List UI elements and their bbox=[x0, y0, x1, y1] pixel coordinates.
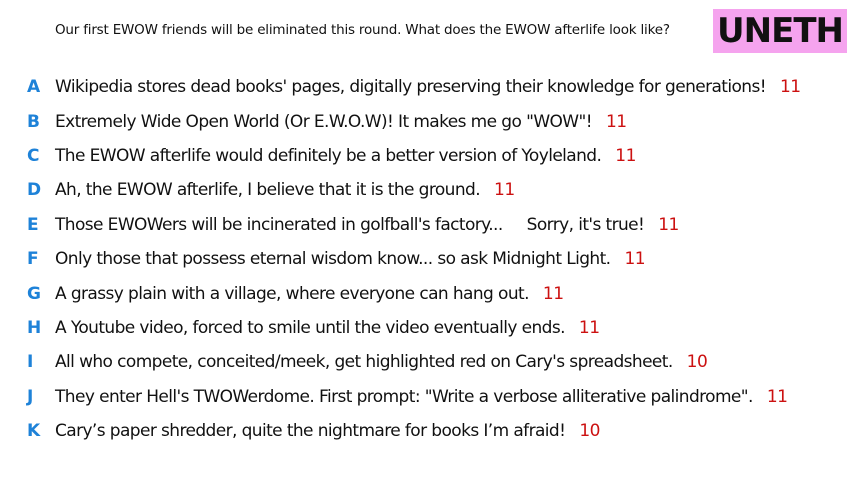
response-row: C The EWOW afterlife would definitely be … bbox=[0, 139, 853, 173]
response-letter: J bbox=[27, 386, 33, 407]
response-list: A Wikipedia stores dead books' pages, dig… bbox=[0, 70, 853, 448]
response-word-count: 10 bbox=[686, 352, 708, 373]
response-word-count: 11 bbox=[605, 111, 627, 132]
response-content: Only those that possess eternal wisdom k… bbox=[55, 249, 646, 270]
response-word-count: 11 bbox=[766, 386, 788, 407]
response-row: D Ah, the EWOW afterlife, I believe that … bbox=[0, 173, 853, 207]
response-text: All who compete, conceited/meek, get hig… bbox=[55, 352, 673, 373]
response-content: Those EWOWers will be incinerated in gol… bbox=[55, 215, 679, 235]
response-content: Wikipedia stores dead books' pages, digi… bbox=[55, 77, 801, 97]
response-letter: E bbox=[27, 214, 39, 235]
response-content: All who compete, conceited/meek, get hig… bbox=[55, 352, 708, 373]
response-word-count: 10 bbox=[579, 421, 600, 442]
response-row: F Only those that possess eternal wisdom … bbox=[0, 242, 853, 276]
response-content: A grassy plain with a village, where eve… bbox=[55, 284, 564, 304]
response-row: G A grassy plain with a village, where ev… bbox=[0, 276, 853, 310]
response-row: E Those EWOWers will be incinerated in go… bbox=[0, 208, 853, 242]
response-text: They enter Hell's TWOWerdome. First prom… bbox=[55, 386, 753, 407]
response-content: Cary’s paper shredder, quite the nightma… bbox=[55, 421, 600, 441]
response-row: B Extremely Wide Open World (Or E.W.O.W)!… bbox=[0, 104, 853, 138]
response-letter: D bbox=[27, 180, 41, 201]
response-word-count: 11 bbox=[624, 249, 646, 270]
contestant-name-badge: UNETH bbox=[713, 9, 847, 53]
response-letter: G bbox=[27, 283, 41, 304]
prompt-text: Our first EWOW friends will be eliminate… bbox=[55, 22, 670, 38]
response-row: J They enter Hell's TWOWerdome. First pro… bbox=[0, 380, 853, 414]
response-text: Ah, the EWOW afterlife, I believe that i… bbox=[55, 180, 481, 201]
response-text: Those EWOWers will be incinerated in gol… bbox=[55, 214, 645, 235]
response-word-count: 11 bbox=[578, 317, 600, 338]
response-letter: K bbox=[27, 421, 40, 442]
response-word-count: 11 bbox=[779, 77, 801, 98]
response-content: A Youtube video, forced to smile until t… bbox=[55, 318, 600, 338]
response-text: The EWOW afterlife would definitely be a… bbox=[55, 145, 602, 166]
response-content: Extremely Wide Open World (Or E.W.O.W)! … bbox=[55, 112, 627, 132]
response-content: They enter Hell's TWOWerdome. First prom… bbox=[55, 386, 788, 407]
response-row: A Wikipedia stores dead books' pages, dig… bbox=[0, 70, 853, 104]
response-text: A grassy plain with a village, where eve… bbox=[55, 283, 529, 304]
response-content: The EWOW afterlife would definitely be a… bbox=[55, 146, 636, 166]
response-letter: F bbox=[27, 249, 39, 270]
response-text: Cary’s paper shredder, quite the nightma… bbox=[55, 421, 566, 442]
response-letter: I bbox=[27, 352, 33, 373]
response-content: Ah, the EWOW afterlife, I believe that i… bbox=[55, 180, 515, 200]
response-letter: B bbox=[27, 111, 40, 132]
response-text: Only those that possess eternal wisdom k… bbox=[55, 249, 611, 270]
response-text: Wikipedia stores dead books' pages, digi… bbox=[55, 77, 767, 98]
badge-label: UNETH bbox=[717, 11, 844, 51]
response-text: A Youtube video, forced to smile until t… bbox=[55, 317, 565, 338]
response-word-count: 11 bbox=[542, 283, 564, 304]
response-word-count: 11 bbox=[494, 180, 515, 201]
response-letter: C bbox=[27, 145, 39, 166]
response-row: K Cary’s paper shredder, quite the nightm… bbox=[0, 414, 853, 448]
response-row: I All who compete, conceited/meek, get hi… bbox=[0, 345, 853, 379]
response-row: H A Youtube video, forced to smile until … bbox=[0, 311, 853, 345]
response-word-count: 11 bbox=[658, 214, 679, 235]
response-word-count: 11 bbox=[615, 145, 636, 166]
response-letter: A bbox=[27, 77, 40, 98]
response-letter: H bbox=[27, 317, 41, 338]
response-text: Extremely Wide Open World (Or E.W.O.W)! … bbox=[55, 111, 593, 132]
